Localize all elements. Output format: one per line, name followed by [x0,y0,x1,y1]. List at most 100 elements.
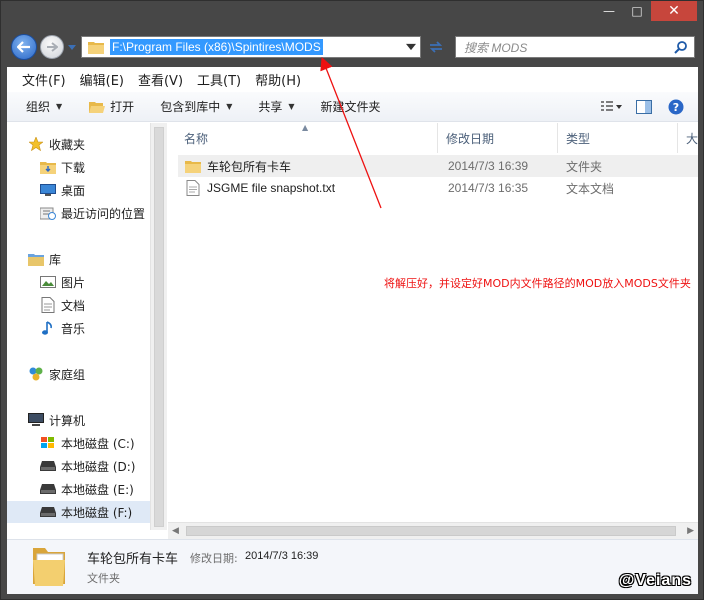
text-file-icon [184,179,202,197]
nav-drive-e[interactable]: 本地磁盘 (E:) [7,478,150,500]
folder-icon [86,37,106,57]
details-name: 车轮包所有卡车 [87,552,179,567]
column-name[interactable]: 名称 ▲ [168,123,438,153]
new-folder-button[interactable]: 新建文件夹 [314,95,388,119]
chevron-down-icon [68,44,76,50]
recent-locations-dropdown[interactable] [67,42,77,52]
details-date: 2014/7/3 16:39 [245,550,319,562]
search-icon[interactable] [672,38,690,56]
sort-ascending-icon: ▲ [302,123,309,132]
nav-homegroup[interactable]: 家庭组 [7,363,150,385]
help-icon: ? [668,99,684,115]
nav-recent-label: 最近访问的位置 [61,206,146,221]
menu-file[interactable]: 文件(F) [15,68,73,90]
share-button[interactable]: 共享 ▼ [251,95,301,119]
horizontal-scrollbar[interactable]: ◀ ▶ [168,522,698,539]
chevron-down-icon[interactable] [406,43,416,51]
nav-desktop[interactable]: 桌面 [7,179,150,201]
open-button[interactable]: 打开 [81,95,141,119]
system-drive-icon [39,435,57,451]
include-in-library-button[interactable]: 包含到库中 ▼ [153,95,239,119]
organize-button[interactable]: 组织 ▼ [19,95,69,119]
column-size-label: 大 [686,131,698,146]
address-bar[interactable]: F:\Program Files (x86)\Spintires\MODS [81,36,421,58]
svg-text:?: ? [673,101,679,114]
nav-pictures[interactable]: 图片 [7,271,150,293]
file-row[interactable]: 车轮包所有卡车 2014/7/3 16:39 文件夹 [178,155,698,177]
refresh-icon [429,41,443,53]
preview-pane-button[interactable] [630,95,658,119]
nav-music[interactable]: 音乐 [7,317,150,339]
library-icon [27,251,45,267]
arrow-left-icon [17,41,30,53]
scrollbar-thumb[interactable] [154,127,164,527]
file-name: JSGME file snapshot.txt [207,181,336,195]
help-button[interactable]: ? [662,95,690,119]
nav-documents[interactable]: 文档 [7,294,150,316]
client-area: 文件(F) 编辑(E) 查看(V) 工具(T) 帮助(H) 组织 ▼ 打开 包含… [7,67,698,594]
nav-desktop-label: 桌面 [61,183,86,198]
nav-downloads-label: 下载 [61,160,86,175]
large-folder-icon [33,548,65,586]
refresh-button[interactable] [427,38,445,56]
close-button[interactable]: ✕ [651,1,697,21]
computer-icon [27,412,45,428]
nav-pictures-label: 图片 [61,275,86,290]
nav-drive-c[interactable]: 本地磁盘 (C:) [7,432,150,454]
file-type: 文本文档 [566,181,615,196]
details-date-label: 修改日期: [190,552,238,565]
file-type: 文件夹 [566,159,603,174]
column-date[interactable]: 修改日期 [438,123,558,153]
recent-places-icon [39,205,57,221]
menu-tools[interactable]: 工具(T) [190,68,248,90]
new-folder-label: 新建文件夹 [320,100,381,114]
nav-drive-d-label: 本地磁盘 (D:) [61,459,136,474]
file-date: 2014/7/3 16:39 [448,159,529,173]
scrollbar-thumb[interactable] [186,526,676,536]
homegroup-icon [27,366,45,382]
menu-edit[interactable]: 编辑(E) [73,68,131,90]
nav-drive-c-label: 本地磁盘 (C:) [61,436,135,451]
nav-computer[interactable]: 计算机 [7,409,150,431]
menu-help[interactable]: 帮助(H) [248,68,308,90]
explorer-window: — □ ✕ F:\Program Files (x86)\Spintires\M… [0,0,704,600]
nav-documents-label: 文档 [61,298,86,313]
address-path[interactable]: F:\Program Files (x86)\Spintires\MODS [110,39,323,55]
nav-libraries-label: 库 [49,252,62,267]
arrow-right-icon [47,42,58,52]
organize-label: 组织 [26,100,51,114]
nav-favorites[interactable]: 收藏夹 [7,133,150,155]
column-date-label: 修改日期 [446,131,495,146]
file-row[interactable]: JSGME file snapshot.txt 2014/7/3 16:35 文… [178,177,698,199]
preview-pane-icon [636,100,652,114]
menu-bar: 文件(F) 编辑(E) 查看(V) 工具(T) 帮助(H) [7,67,698,91]
nav-downloads[interactable]: 下载 [7,156,150,178]
column-size[interactable]: 大 [678,123,698,153]
nav-libraries[interactable]: 库 [7,248,150,270]
maximize-button[interactable]: □ [623,1,651,21]
menu-view[interactable]: 查看(V) [131,68,190,90]
search-box[interactable]: 搜索 MODS [455,36,695,58]
nav-drive-d[interactable]: 本地磁盘 (D:) [7,455,150,477]
column-type[interactable]: 类型 [558,123,678,153]
navigation-scrollbar[interactable] [150,123,167,530]
chevron-down-icon: ▼ [288,102,295,111]
scroll-right-icon[interactable]: ▶ [687,526,694,536]
nav-recent[interactable]: 最近访问的位置 [7,202,150,224]
chevron-down-icon: ▼ [226,102,233,111]
view-options-button[interactable] [598,95,626,119]
search-placeholder[interactable]: 搜索 MODS [464,39,672,56]
scroll-left-icon[interactable]: ◀ [172,526,179,536]
file-name-cell: 车轮包所有卡车 [178,157,436,175]
forward-button[interactable] [40,35,64,59]
open-label: 打开 [110,100,135,114]
drive-icon [39,504,57,520]
watermark: @Veians [618,572,692,589]
back-button[interactable] [11,34,37,60]
minimize-button[interactable]: — [595,1,623,21]
nav-drive-f[interactable]: 本地磁盘 (F:) [7,501,150,523]
nav-drive-f-label: 本地磁盘 (F:) [61,505,133,520]
share-label: 共享 [258,100,283,114]
nav-drive-e-label: 本地磁盘 (E:) [61,482,134,497]
star-icon [27,136,45,152]
